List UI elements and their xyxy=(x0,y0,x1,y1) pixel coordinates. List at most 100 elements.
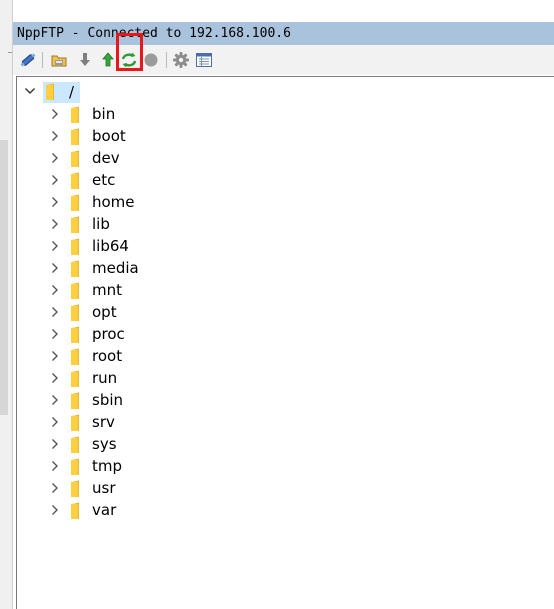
chevron-right-icon[interactable] xyxy=(48,305,62,319)
chevron-down-icon[interactable] xyxy=(23,84,37,98)
connect-icon xyxy=(20,53,36,67)
tree-item-label: sys xyxy=(92,435,117,453)
remote-file-tree[interactable]: / bin boot dev etc home lib lib64 media … xyxy=(16,76,554,609)
tree-item-label: usr xyxy=(92,479,116,497)
tree-item[interactable]: media xyxy=(17,257,554,279)
folder-icon xyxy=(46,83,54,100)
left-panel-edge xyxy=(0,0,13,609)
folder-icon xyxy=(71,392,79,409)
folder-icon xyxy=(71,238,79,255)
chevron-right-icon[interactable] xyxy=(48,371,62,385)
chevron-right-icon[interactable] xyxy=(48,459,62,473)
left-scrollbar[interactable] xyxy=(0,140,8,415)
chevron-right-icon[interactable] xyxy=(48,415,62,429)
tree-item[interactable]: run xyxy=(17,367,554,389)
tree-root-item[interactable]: / xyxy=(17,81,317,103)
folder-icon xyxy=(71,128,79,145)
folder-icon xyxy=(71,216,79,233)
folder-icon xyxy=(71,348,79,365)
tree-item[interactable]: proc xyxy=(17,323,554,345)
directory-list: bin boot dev etc home lib lib64 media mn… xyxy=(17,103,554,521)
tree-item[interactable]: boot xyxy=(17,125,554,147)
connect-button[interactable] xyxy=(18,50,38,70)
tree-item-label: home xyxy=(92,193,135,211)
chevron-right-icon[interactable] xyxy=(48,393,62,407)
tree-item[interactable]: dev xyxy=(17,147,554,169)
chevron-right-icon[interactable] xyxy=(48,239,62,253)
tree-item-label: sbin xyxy=(92,391,124,409)
tree-root-label: / xyxy=(69,83,75,101)
upload-icon xyxy=(102,52,114,67)
tree-item[interactable]: home xyxy=(17,191,554,213)
chevron-right-icon[interactable] xyxy=(48,327,62,341)
tree-item-label: tmp xyxy=(92,457,123,475)
chevron-right-icon[interactable] xyxy=(48,349,62,363)
message-window-button[interactable] xyxy=(194,50,214,70)
tree-item[interactable]: lib xyxy=(17,213,554,235)
tree-item-label: dev xyxy=(92,149,120,167)
tree-item-label: srv xyxy=(92,413,115,431)
folder-icon xyxy=(71,480,79,497)
folder-icon xyxy=(71,304,79,321)
tree-item[interactable]: bin xyxy=(17,103,554,125)
chevron-right-icon[interactable] xyxy=(48,151,62,165)
tree-item-label: lib xyxy=(92,215,110,233)
tree-item-label: media xyxy=(92,259,139,277)
refresh-highlight-box xyxy=(116,33,143,71)
tree-item-label: proc xyxy=(92,325,125,343)
tree-item-label: etc xyxy=(92,171,116,189)
chevron-right-icon[interactable] xyxy=(48,173,62,187)
tree-item[interactable]: sbin xyxy=(17,389,554,411)
tree-item[interactable]: opt xyxy=(17,301,554,323)
upload-button[interactable] xyxy=(98,50,118,70)
tree-item-label: mnt xyxy=(92,281,122,299)
window-title: NppFTP - Connected to 192.168.100.6 xyxy=(13,22,554,45)
toolbar-separator xyxy=(166,52,167,68)
open-folder-icon xyxy=(51,55,67,67)
tree-item[interactable]: var xyxy=(17,499,554,521)
abort-button[interactable] xyxy=(141,50,161,70)
chevron-right-icon[interactable] xyxy=(48,195,62,209)
tree-item-label: boot xyxy=(92,127,126,145)
chevron-right-icon[interactable] xyxy=(48,503,62,517)
folder-icon xyxy=(71,458,79,475)
tree-item[interactable]: root xyxy=(17,345,554,367)
tree-item-label: lib64 xyxy=(92,237,129,255)
folder-icon xyxy=(71,370,79,387)
toolbar-separator xyxy=(42,52,43,68)
chevron-right-icon[interactable] xyxy=(48,481,62,495)
tree-item-label: run xyxy=(92,369,118,387)
open-directory-button[interactable] xyxy=(49,50,69,70)
chevron-right-icon[interactable] xyxy=(48,129,62,143)
stop-icon xyxy=(144,53,158,67)
chevron-right-icon[interactable] xyxy=(48,261,62,275)
folder-icon xyxy=(71,502,79,519)
download-icon xyxy=(80,53,90,66)
tree-item-label: opt xyxy=(92,303,117,321)
chevron-right-icon[interactable] xyxy=(48,217,62,231)
folder-icon xyxy=(71,172,79,189)
tree-item[interactable]: etc xyxy=(17,169,554,191)
left-gutter-border xyxy=(12,0,13,609)
tree-item[interactable]: mnt xyxy=(17,279,554,301)
tree-item[interactable]: srv xyxy=(17,411,554,433)
tree-item[interactable]: usr xyxy=(17,477,554,499)
folder-icon xyxy=(71,282,79,299)
folder-icon xyxy=(71,436,79,453)
chevron-right-icon[interactable] xyxy=(48,437,62,451)
tree-item[interactable]: tmp xyxy=(17,455,554,477)
tree-item[interactable]: lib64 xyxy=(17,235,554,257)
download-button[interactable] xyxy=(75,50,95,70)
chevron-right-icon[interactable] xyxy=(48,283,62,297)
settings-button[interactable] xyxy=(171,50,191,70)
toolbar xyxy=(13,33,554,75)
folder-icon xyxy=(71,260,79,277)
folder-icon xyxy=(71,326,79,343)
tree-item-label: var xyxy=(92,501,117,519)
folder-icon xyxy=(71,194,79,211)
chevron-right-icon[interactable] xyxy=(48,107,62,121)
folder-icon xyxy=(71,150,79,167)
settings-icon xyxy=(173,52,189,68)
tree-item[interactable]: sys xyxy=(17,433,554,455)
folder-icon xyxy=(71,414,79,431)
